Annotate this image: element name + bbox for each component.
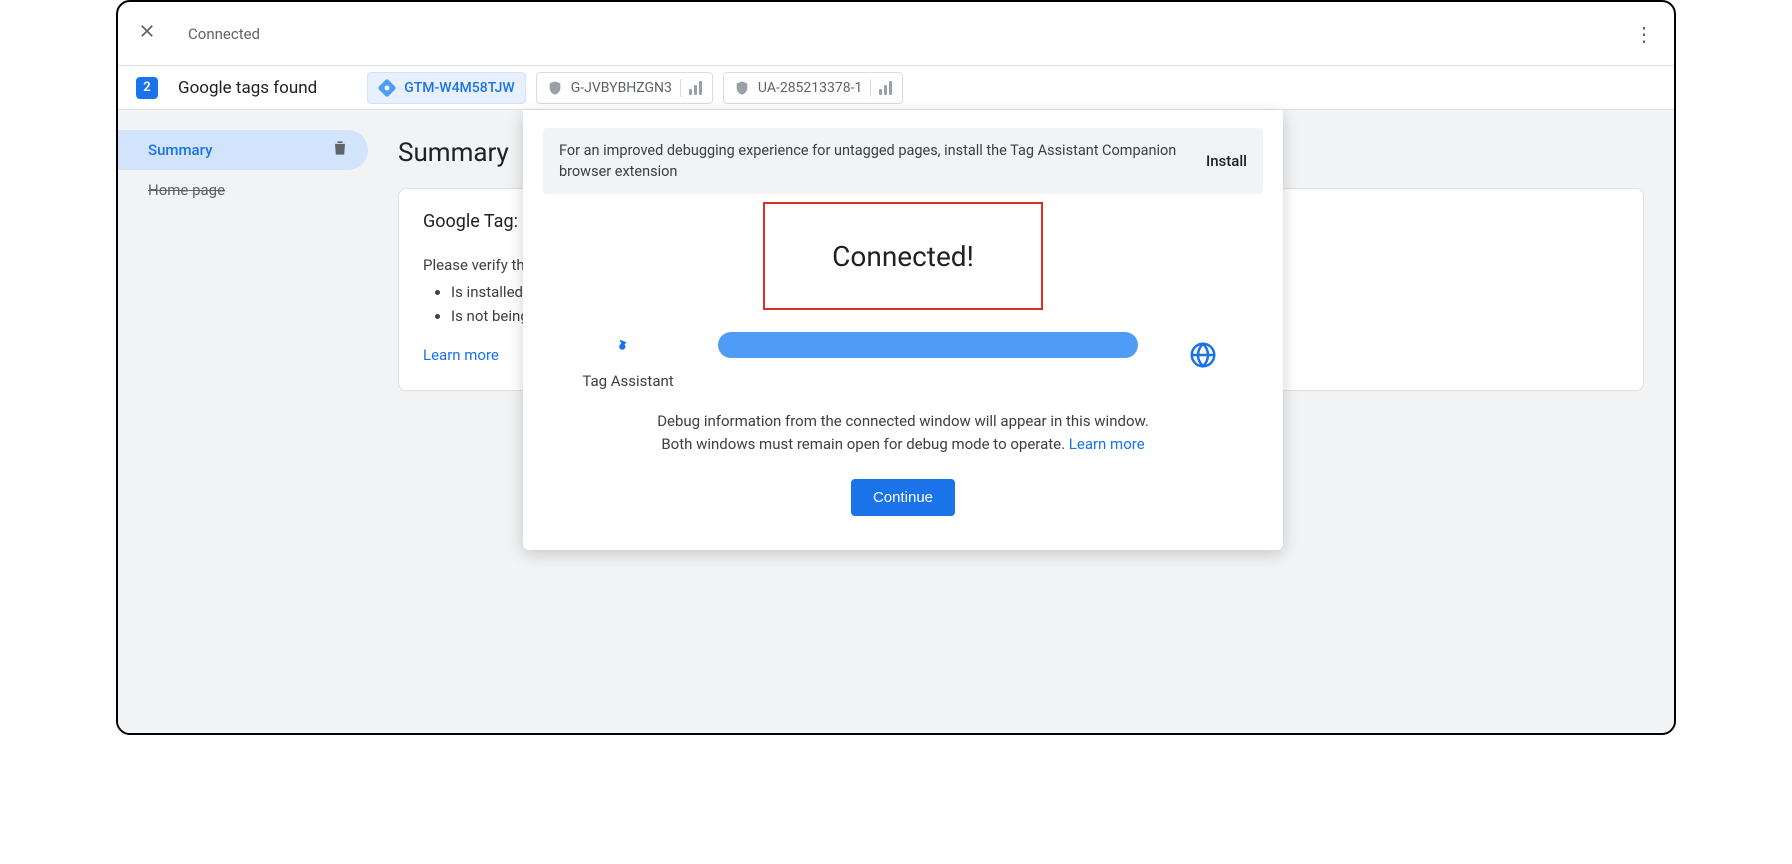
tag-tab-ga4[interactable]: G-JVBYBHZGN3 bbox=[536, 72, 713, 104]
sidebar-item-summary[interactable]: Summary bbox=[118, 130, 368, 170]
close-icon[interactable] bbox=[130, 13, 164, 54]
connected-modal: For an improved debugging experience for… bbox=[523, 110, 1283, 550]
site-side bbox=[1173, 340, 1233, 374]
tag-count-badge: 2 bbox=[136, 77, 158, 99]
banner-text: For an improved debugging experience for… bbox=[559, 140, 1186, 182]
learn-more-link[interactable]: Learn more bbox=[423, 346, 499, 364]
tag-strip-label: Google tags found bbox=[178, 78, 317, 98]
tag-strip: 2 Google tags found GTM-W4M58TJW G-JVBYB… bbox=[118, 66, 1674, 110]
divider bbox=[870, 79, 871, 97]
top-status: Connected bbox=[188, 25, 260, 43]
sidebar-item-homepage[interactable]: Home page bbox=[118, 170, 368, 210]
tag-assistant-label: Tag Assistant bbox=[573, 372, 683, 390]
kebab-icon[interactable]: ⋮ bbox=[1626, 22, 1662, 46]
modal-info: Debug information from the connected win… bbox=[523, 410, 1283, 457]
topbar: Connected ⋮ bbox=[118, 2, 1674, 66]
sidebar: Summary Home page bbox=[118, 110, 368, 733]
tag-tab-label: UA-285213378-1 bbox=[758, 80, 862, 96]
info-line1: Debug information from the connected win… bbox=[657, 412, 1149, 430]
tag-tab-label: GTM-W4M58TJW bbox=[404, 80, 515, 96]
install-button[interactable]: Install bbox=[1206, 152, 1247, 170]
globe-icon bbox=[1188, 358, 1218, 374]
install-banner: For an improved debugging experience for… bbox=[543, 128, 1263, 194]
shield-icon bbox=[547, 80, 563, 96]
continue-button[interactable]: Continue bbox=[851, 479, 955, 516]
bars-icon bbox=[689, 81, 702, 95]
app-frame: Connected ⋮ 2 Google tags found GTM-W4M5… bbox=[116, 0, 1676, 735]
connection-row: Tag Assistant bbox=[523, 324, 1283, 390]
clear-icon[interactable] bbox=[330, 138, 350, 162]
info-line2: Both windows must remain open for debug … bbox=[661, 435, 1068, 453]
divider bbox=[680, 79, 681, 97]
learn-more-link[interactable]: Learn more bbox=[1069, 435, 1145, 453]
connection-bar bbox=[718, 332, 1138, 358]
connected-highlight: Connected! bbox=[763, 202, 1043, 310]
connected-label: Connected! bbox=[832, 240, 974, 273]
tag-tab-gtm[interactable]: GTM-W4M58TJW bbox=[367, 72, 526, 104]
gtm-icon bbox=[378, 79, 396, 97]
tag-tab-label: G-JVBYBHZGN3 bbox=[571, 80, 672, 96]
sidebar-item-label: Summary bbox=[148, 141, 212, 159]
sidebar-item-label: Home page bbox=[148, 181, 225, 199]
shield-icon bbox=[734, 80, 750, 96]
tag-assistant-side: Tag Assistant bbox=[573, 324, 683, 390]
tag-tab-ua[interactable]: UA-285213378-1 bbox=[723, 72, 903, 104]
tag-assistant-icon bbox=[611, 346, 645, 362]
bars-icon bbox=[879, 81, 892, 95]
